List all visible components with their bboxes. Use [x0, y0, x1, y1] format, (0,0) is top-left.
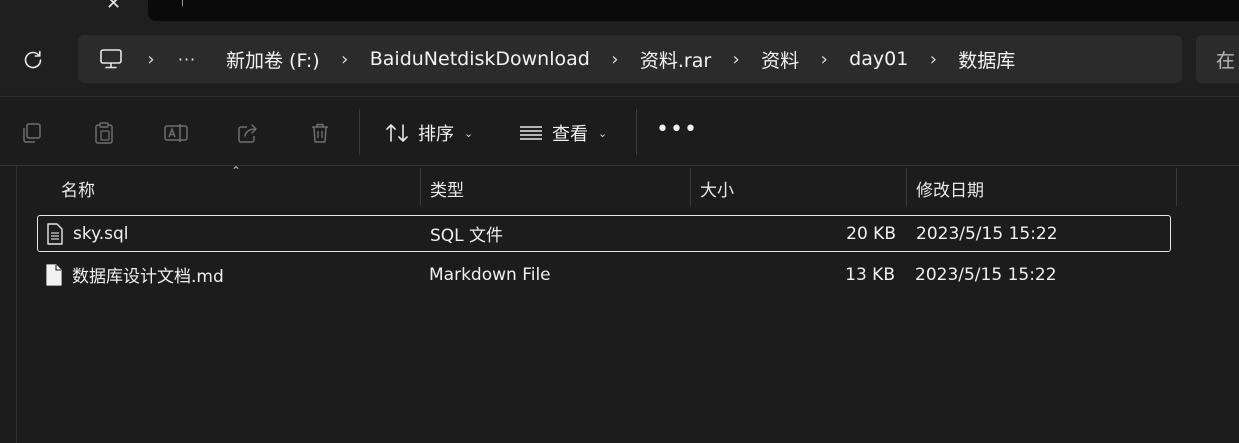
file-size: 20 KB [846, 223, 896, 244]
navigation-bar: › ··· 新加卷 (F:) › BaiduNetdiskDownload › … [0, 24, 1239, 94]
breadcrumb-item-materials[interactable]: 资料 [755, 46, 805, 73]
file-icon [46, 264, 62, 286]
pane-divider [16, 166, 17, 443]
toolbar-divider [636, 109, 637, 155]
breadcrumb-separator[interactable]: › [326, 49, 364, 70]
view-list-icon [520, 126, 542, 140]
trash-icon [312, 123, 328, 143]
paste-button[interactable] [90, 119, 118, 147]
file-modified: 2023/5/15 15:22 [915, 264, 1057, 285]
breadcrumb-separator[interactable]: › [132, 49, 170, 70]
tab-edge-marker [182, 0, 183, 6]
breadcrumb-separator[interactable]: › [914, 49, 952, 70]
rename-icon [164, 124, 188, 142]
breadcrumb-separator[interactable]: › [717, 49, 755, 70]
breadcrumb-item-day01[interactable]: day01 [843, 48, 914, 70]
delete-button[interactable] [306, 119, 334, 147]
breadcrumb-separator[interactable]: › [805, 49, 843, 70]
copy-icon [23, 123, 41, 143]
column-header-name-label: 名称 [61, 180, 95, 201]
breadcrumb[interactable]: › ··· 新加卷 (F:) › BaiduNetdiskDownload › … [78, 35, 1182, 83]
file-type: Markdown File [429, 264, 551, 285]
breadcrumb-overflow-button[interactable]: ··· [170, 50, 204, 69]
computer-icon [100, 49, 122, 69]
table-row[interactable]: 数据库设计文档.md Markdown File 13 KB 2023/5/15… [37, 257, 1171, 294]
breadcrumb-item-rar[interactable]: 资料.rar [634, 46, 717, 73]
tab-strip: ✕ [0, 0, 1239, 24]
chevron-down-icon: ⌄ [464, 126, 474, 140]
active-tab[interactable] [148, 0, 1239, 21]
file-list: ⌃ 名称 类型 大小 修改日期 sky.sql SQL 文件 20 KB 202… [0, 164, 1239, 443]
column-header-type-label: 类型 [430, 180, 464, 201]
column-header-modified[interactable]: 修改日期 [916, 170, 984, 206]
rename-button[interactable] [162, 119, 190, 147]
table-row[interactable]: sky.sql SQL 文件 20 KB 2023/5/15 15:22 [37, 215, 1171, 252]
chevron-down-icon: ⌄ [598, 126, 608, 140]
view-button[interactable]: 查看 ⌄ [518, 117, 607, 149]
search-input[interactable]: 在 [1196, 35, 1239, 83]
column-header-size-label: 大小 [700, 180, 734, 201]
breadcrumb-item-drive[interactable]: 新加卷 (F:) [220, 46, 326, 73]
refresh-button[interactable] [14, 44, 52, 76]
column-header-modified-label: 修改日期 [916, 180, 984, 201]
share-icon [238, 124, 257, 143]
breadcrumb-item-baidunetdisk[interactable]: BaiduNetdiskDownload [364, 48, 596, 70]
sort-icon [386, 124, 408, 142]
search-placeholder: 在 [1216, 49, 1236, 72]
column-header-type[interactable]: 类型 [430, 170, 464, 206]
sort-ascending-icon: ⌃ [231, 164, 242, 178]
column-divider[interactable] [420, 168, 421, 206]
toolbar-divider [359, 109, 360, 155]
close-tab-icon[interactable]: ✕ [106, 0, 121, 14]
paste-icon [95, 122, 113, 144]
document-icon [47, 223, 63, 245]
command-bar: 排序 ⌄ 查看 ⌄ ••• [0, 96, 1239, 166]
view-label: 查看 [552, 124, 588, 145]
file-name: 数据库设计文档.md [72, 267, 224, 287]
file-type: SQL 文件 [430, 226, 504, 246]
column-header-name[interactable]: 名称 [61, 170, 95, 206]
sort-label: 排序 [418, 124, 454, 145]
file-size: 13 KB [845, 264, 895, 285]
file-modified: 2023/5/15 15:22 [916, 223, 1058, 244]
more-options-button[interactable]: ••• [656, 117, 697, 149]
breadcrumb-item-database[interactable]: 数据库 [952, 46, 1021, 73]
column-divider[interactable] [906, 168, 907, 206]
breadcrumb-separator[interactable]: › [596, 49, 634, 70]
share-button[interactable] [234, 119, 262, 147]
sort-button[interactable]: 排序 ⌄ [384, 117, 473, 149]
this-pc-button[interactable] [90, 35, 132, 83]
copy-button[interactable] [18, 119, 46, 147]
column-divider[interactable] [690, 168, 691, 206]
file-name: sky.sql [73, 223, 129, 244]
refresh-icon [24, 50, 42, 69]
column-divider[interactable] [1176, 168, 1177, 206]
column-header-size[interactable]: 大小 [700, 170, 734, 206]
